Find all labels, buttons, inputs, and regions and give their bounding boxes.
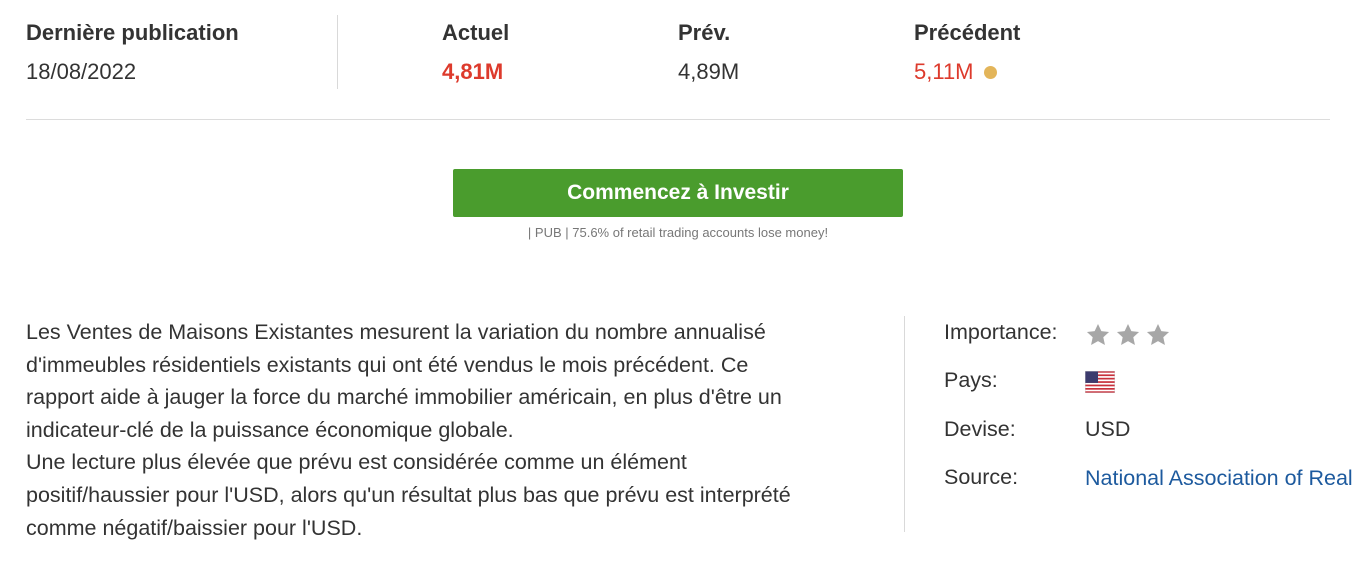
importance-label: Importance:	[944, 320, 1058, 344]
revision-dot-icon[interactable]	[983, 65, 997, 79]
us-flag-icon	[1084, 370, 1116, 399]
importance-stars	[1085, 322, 1171, 354]
country-label: Pays:	[944, 368, 998, 392]
source-label: Source:	[944, 465, 1019, 489]
summary-divider	[337, 15, 338, 89]
star-icon	[1146, 323, 1170, 345]
previous-value: 5,11M	[914, 59, 974, 84]
last-release-date: 18/08/2022	[26, 59, 137, 84]
previous-label: Précédent	[914, 20, 1021, 45]
actual-value: 4,81M	[442, 59, 504, 84]
currency-value: USD	[1085, 417, 1131, 441]
actual-label: Actuel	[442, 20, 510, 45]
start-investing-button[interactable]: Commencez à Investir	[453, 169, 903, 217]
info-divider	[904, 316, 905, 532]
section-divider	[26, 119, 1330, 120]
forecast-value: 4,89M	[678, 59, 740, 84]
last-release-label: Dernière publication	[26, 20, 239, 45]
star-icon	[1116, 323, 1140, 345]
star-icon	[1086, 323, 1110, 345]
indicator-description: Les Ventes de Maisons Existantes mesuren…	[26, 316, 806, 544]
source-link[interactable]: National Association of Realto...	[1085, 462, 1352, 495]
forecast-label: Prév.	[678, 20, 731, 45]
description-paragraph: Les Ventes de Maisons Existantes mesuren…	[26, 320, 782, 442]
ad-disclaimer: | PUB | 75.6% of retail trading accounts…	[527, 225, 829, 240]
release-summary: Dernière publication 18/08/2022 Actuel 4…	[0, 0, 1352, 120]
description-paragraph: Une lecture plus élevée que prévu est co…	[26, 450, 791, 540]
previous-value-wrap: 5,11M	[914, 59, 997, 85]
currency-label: Devise:	[944, 417, 1016, 441]
